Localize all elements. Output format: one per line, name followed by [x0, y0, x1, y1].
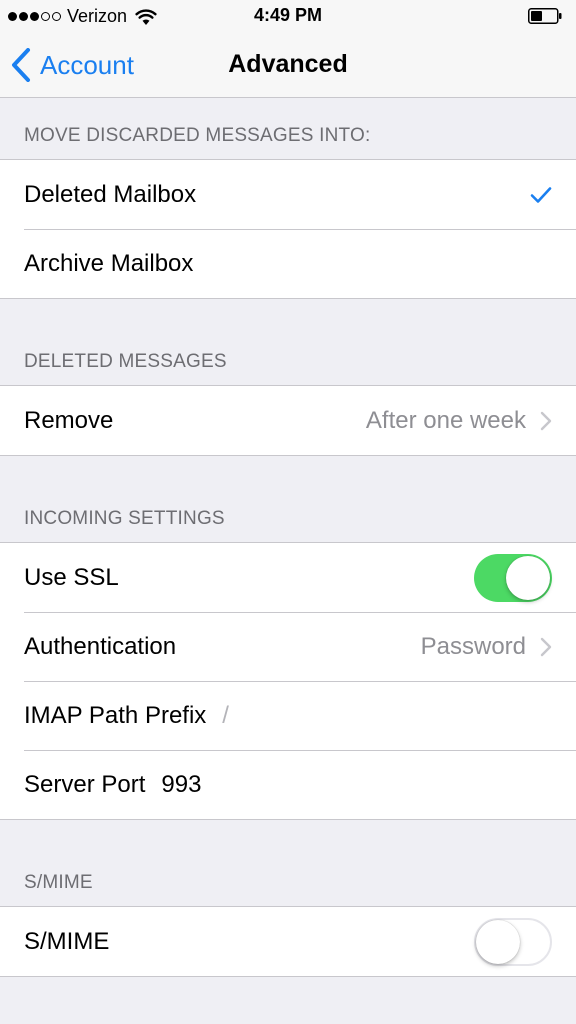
use-ssl-row: Use SSL	[0, 543, 576, 612]
authentication-value: Password	[420, 632, 526, 660]
imap-path-prefix-field[interactable]: /	[222, 702, 229, 730]
back-button[interactable]: Account	[10, 46, 134, 84]
deleted-messages-group: Remove After one week	[0, 385, 576, 456]
chevron-left-icon	[12, 48, 30, 82]
remove-value: After one week	[365, 406, 526, 434]
use-ssl-toggle[interactable]	[474, 553, 552, 602]
archive-mailbox-option[interactable]: Archive Mailbox	[0, 229, 576, 298]
imap-path-prefix-label: IMAP Path Prefix	[24, 701, 207, 729]
section-header-incoming: INCOMING SETTINGS	[24, 508, 225, 529]
option-label: Archive Mailbox	[24, 249, 194, 277]
discarded-group: Deleted Mailbox Archive Mailbox	[0, 159, 576, 299]
battery-icon	[528, 8, 562, 24]
use-ssl-label: Use SSL	[24, 563, 119, 591]
section-header-deleted: DELETED MESSAGES	[24, 351, 227, 372]
deleted-mailbox-option[interactable]: Deleted Mailbox	[0, 160, 576, 229]
remove-row[interactable]: Remove After one week	[0, 386, 576, 455]
smime-label: S/MIME	[24, 927, 110, 955]
section-header-smime: S/MIME	[24, 872, 93, 893]
status-bar: Verizon 4:49 PM	[0, 0, 576, 32]
server-port-row[interactable]: Server Port 993	[0, 750, 576, 819]
authentication-row[interactable]: Authentication Password	[0, 612, 576, 681]
chevron-right-icon	[540, 411, 552, 430]
toggle-knob	[506, 555, 550, 600]
option-label: Deleted Mailbox	[24, 180, 197, 208]
checkmark-icon	[530, 186, 552, 203]
server-port-field[interactable]: 993	[161, 771, 201, 799]
authentication-label: Authentication	[24, 632, 177, 660]
section-header-discarded: MOVE DISCARDED MESSAGES INTO:	[24, 125, 371, 146]
navigation-bar: Account Advanced	[0, 32, 576, 98]
toggle-knob	[476, 919, 520, 964]
smime-group: S/MIME	[0, 906, 576, 977]
back-button-label: Account	[40, 49, 134, 80]
status-time: 4:49 PM	[253, 5, 323, 25]
remove-label: Remove	[24, 406, 114, 434]
smime-toggle[interactable]	[474, 917, 552, 966]
imap-path-prefix-row[interactable]: IMAP Path Prefix /	[0, 681, 576, 750]
server-port-label: Server Port	[24, 770, 146, 798]
smime-row: S/MIME	[0, 907, 576, 976]
chevron-right-icon	[540, 637, 552, 656]
incoming-settings-group: Use SSL Authentication Password IMAP Pat…	[0, 542, 576, 820]
settings-content: MOVE DISCARDED MESSAGES INTO: Deleted Ma…	[0, 99, 576, 977]
